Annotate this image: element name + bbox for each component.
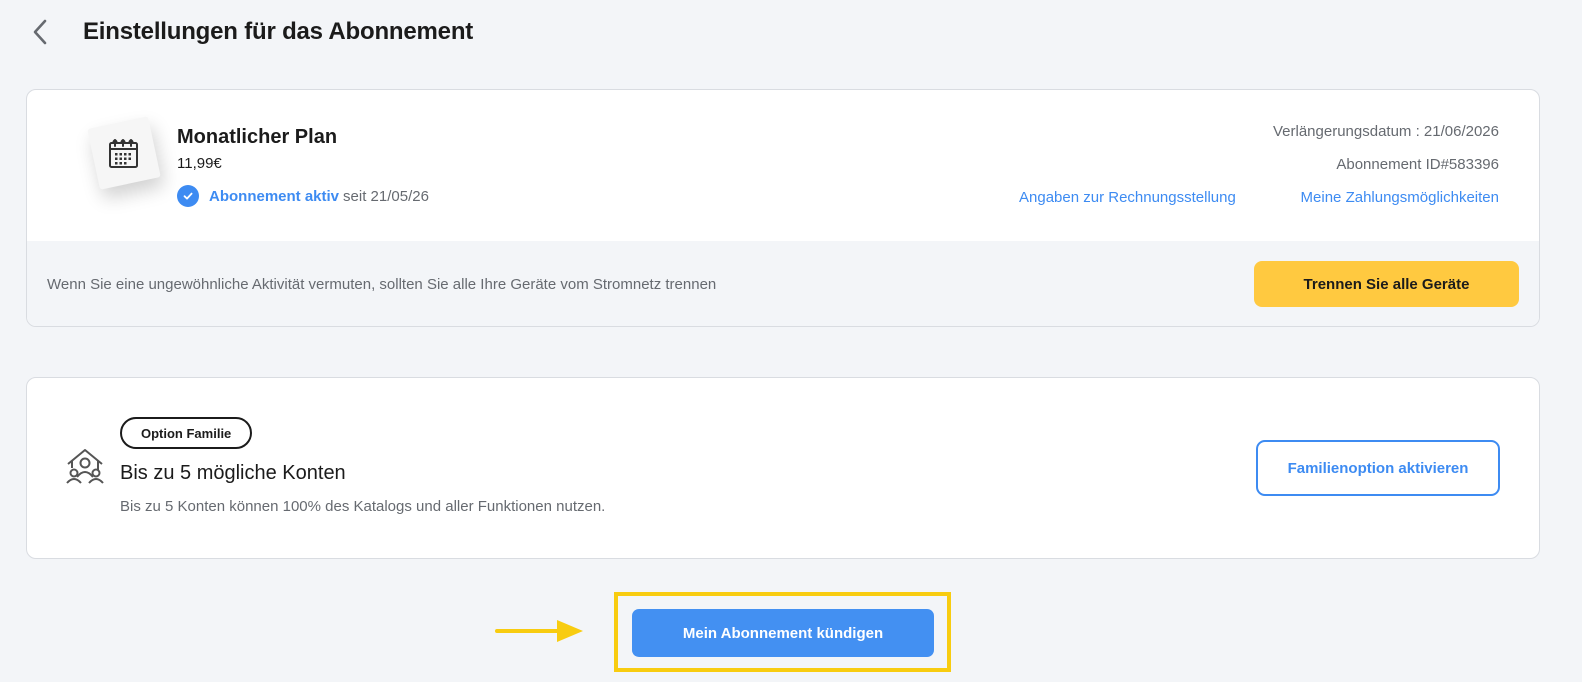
security-notice-text: Wenn Sie eine ungewöhnliche Aktivität ve…: [47, 276, 717, 293]
disconnect-all-devices-button[interactable]: Trennen Sie alle Geräte: [1254, 261, 1519, 307]
plan-price: 11,99€: [177, 155, 222, 172]
page-header: Einstellungen für das Abonnement: [0, 0, 1582, 66]
subscription-id: Abonnement ID#583396: [1336, 156, 1499, 173]
back-button[interactable]: [26, 16, 54, 48]
plan-status: Abonnement aktiv seit 21/05/26: [177, 185, 429, 207]
family-title: Bis zu 5 mögliche Konten: [120, 462, 346, 484]
payment-options-link[interactable]: Meine Zahlungsmöglichkeiten: [1301, 189, 1499, 206]
family-option-card: Option Familie Bis zu 5 mögliche Konten …: [26, 377, 1540, 559]
plan-name: Monatlicher Plan: [177, 126, 338, 148]
activate-family-option-button[interactable]: Familienoption aktivieren: [1256, 440, 1500, 496]
family-option-badge: Option Familie: [120, 417, 253, 449]
security-notice: Wenn Sie eine ungewöhnliche Aktivität ve…: [27, 241, 1539, 326]
plan-card: Monatlicher Plan 11,99€ Abonnement aktiv…: [26, 89, 1540, 327]
page-title: Einstellungen für das Abonnement: [83, 18, 474, 45]
chevron-left-icon: [33, 19, 47, 45]
cancel-subscription-button[interactable]: Mein Abonnement kündigen: [632, 609, 934, 657]
family-description: Bis zu 5 Konten können 100% des Katalogs…: [120, 498, 606, 515]
calendar-icon: [109, 139, 138, 168]
plan-icon-tile: [87, 116, 161, 190]
arrow-right-icon: [495, 620, 583, 642]
status-since-label: seit 21/05/26: [343, 187, 429, 205]
family-house-icon: [66, 449, 104, 484]
check-circle-icon: [177, 185, 199, 207]
billing-details-link[interactable]: Angaben zur Rechnungsstellung: [1019, 189, 1236, 206]
status-active-label: Abonnement aktiv: [209, 187, 340, 205]
renewal-date: Verlängerungsdatum : 21/06/2026: [1272, 123, 1499, 140]
